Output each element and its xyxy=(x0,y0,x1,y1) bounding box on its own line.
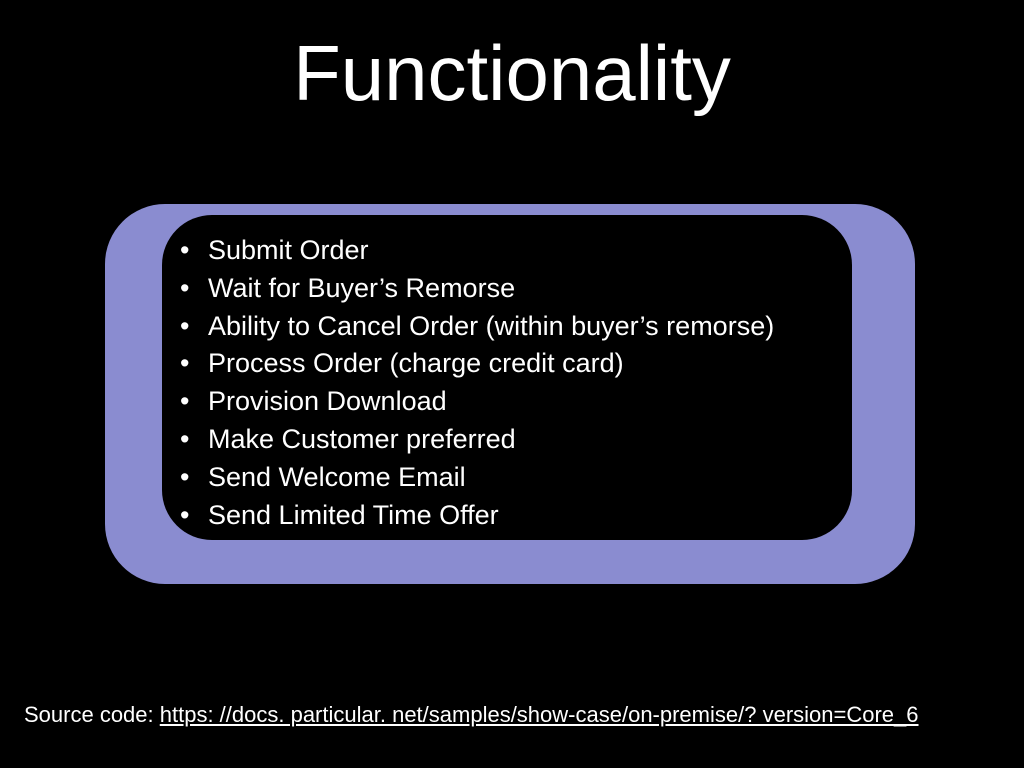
footer-label: Source code: xyxy=(24,702,160,727)
list-item: •Send Welcome Email xyxy=(180,459,774,497)
bullet-list: •Submit Order •Wait for Buyer’s Remorse … xyxy=(180,232,774,534)
list-item: •Ability to Cancel Order (within buyer’s… xyxy=(180,308,774,346)
list-item: •Process Order (charge credit card) xyxy=(180,345,774,383)
bullet-dot: • xyxy=(180,345,208,383)
bullet-dot: • xyxy=(180,421,208,459)
slide-title: Functionality xyxy=(0,28,1024,119)
list-item: •Wait for Buyer’s Remorse xyxy=(180,270,774,308)
bullet-text: Submit Order xyxy=(208,232,369,270)
bullet-text: Wait for Buyer’s Remorse xyxy=(208,270,515,308)
bullet-dot: • xyxy=(180,270,208,308)
bullet-text: Provision Download xyxy=(208,383,447,421)
bullet-text: Process Order (charge credit card) xyxy=(208,345,624,383)
bullet-text: Send Limited Time Offer xyxy=(208,497,499,535)
list-item: •Provision Download xyxy=(180,383,774,421)
list-item: •Make Customer preferred xyxy=(180,421,774,459)
bullet-text: Make Customer preferred xyxy=(208,421,516,459)
bullet-dot: • xyxy=(180,459,208,497)
bullet-dot: • xyxy=(180,383,208,421)
bullet-dot: • xyxy=(180,232,208,270)
bullet-dot: • xyxy=(180,497,208,535)
list-item: •Submit Order xyxy=(180,232,774,270)
bullet-text: Ability to Cancel Order (within buyer’s … xyxy=(208,308,774,346)
source-code-link[interactable]: https: //docs. particular. net/samples/s… xyxy=(160,702,919,727)
footer: Source code: https: //docs. particular. … xyxy=(24,702,919,728)
bullet-text: Send Welcome Email xyxy=(208,459,466,497)
list-item: •Send Limited Time Offer xyxy=(180,497,774,535)
bullet-dot: • xyxy=(180,308,208,346)
